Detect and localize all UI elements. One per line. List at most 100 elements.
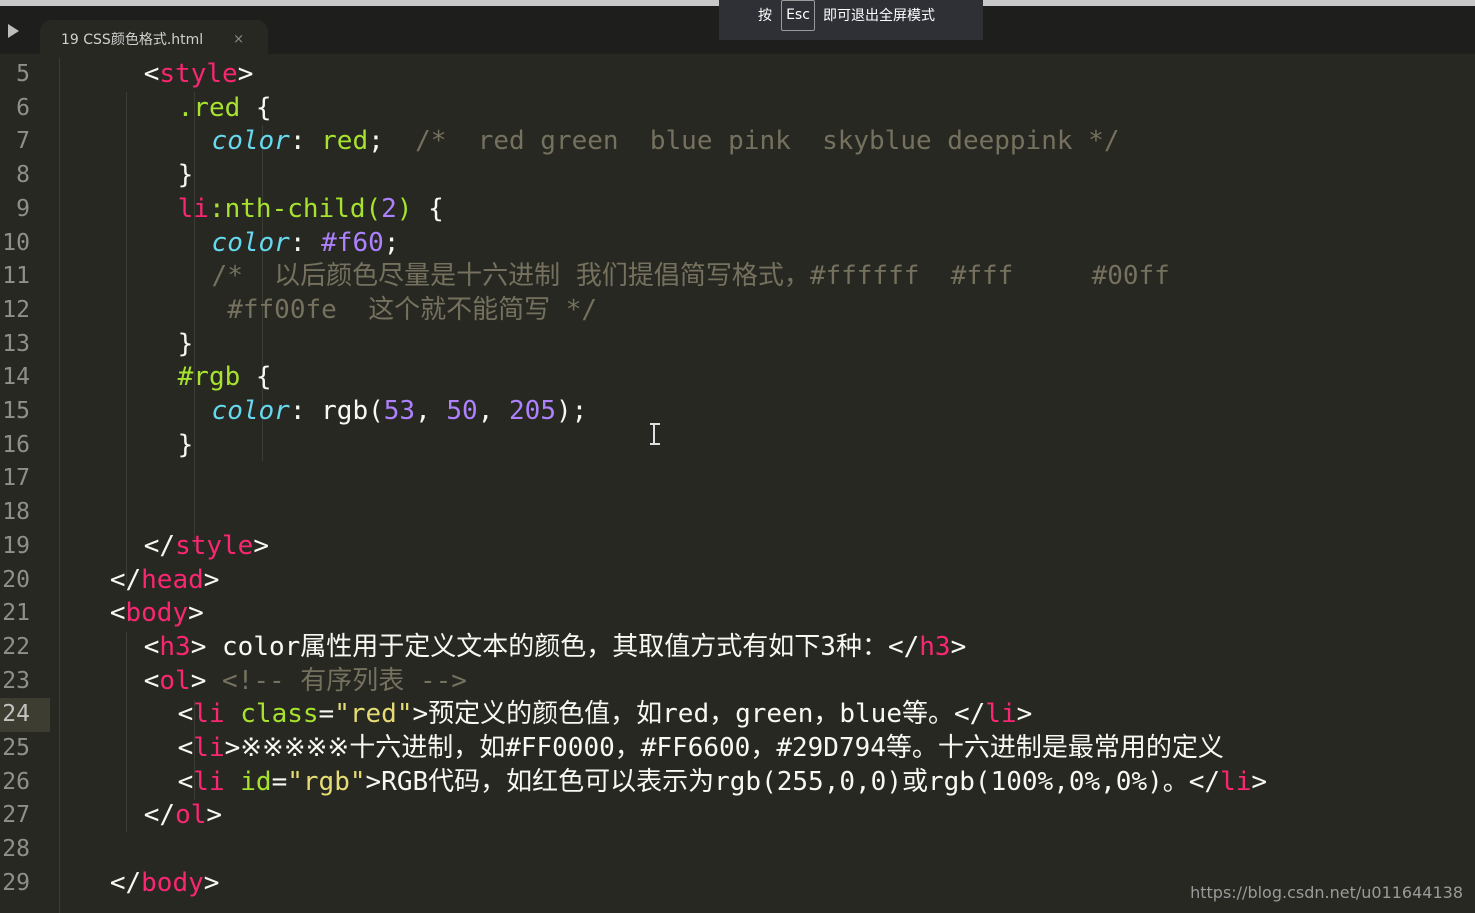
line-number: 23 xyxy=(2,667,30,694)
code-token: color xyxy=(211,126,290,157)
sidebar-toggle-icon[interactable] xyxy=(8,24,19,38)
code-token: : xyxy=(289,227,322,258)
code-token: li xyxy=(1220,766,1252,797)
code-token: /* 以后颜色尽量是十六进制 我们提倡简写格式，#ffffff #fff #00… xyxy=(211,261,1170,292)
code-token: > xyxy=(188,598,204,629)
code-line: #rgb { xyxy=(178,361,272,395)
line-number: 18 xyxy=(2,499,30,526)
code-line: } xyxy=(178,429,194,463)
code-token: </ xyxy=(143,800,176,831)
code-token: h3 xyxy=(159,631,191,662)
code-token: { xyxy=(412,193,444,224)
code-token: color xyxy=(211,396,290,426)
code-token: = xyxy=(318,699,335,730)
code-token: > xyxy=(203,564,220,595)
close-icon[interactable]: × xyxy=(233,20,244,60)
code-token: < xyxy=(177,766,194,797)
code-token: :nth-child( xyxy=(208,193,382,224)
line-number: 10 xyxy=(2,229,30,256)
code-token: > xyxy=(950,631,967,662)
line-number: 9 xyxy=(16,195,30,222)
code-token: li xyxy=(193,766,225,797)
line-number: 20 xyxy=(2,566,30,593)
code-line: <li class="red">预定义的颜色值，如red，green，blue等… xyxy=(178,698,1033,732)
code-token: ol xyxy=(159,665,191,696)
code-token: style xyxy=(159,59,238,89)
indent-guide xyxy=(126,632,127,832)
code-token: head xyxy=(141,564,204,595)
line-number: 6 xyxy=(16,94,30,121)
code-token: color xyxy=(211,227,290,258)
code-line: <body> xyxy=(110,597,204,631)
code-token: > color属性用于定义文本的颜色，其取值方式有如下3种：</ xyxy=(190,631,920,662)
code-token: body xyxy=(125,598,189,629)
code-token: 205 xyxy=(509,396,556,426)
line-number: 13 xyxy=(2,330,30,357)
code-line: </ol> xyxy=(144,799,222,833)
line-number: 24 xyxy=(0,698,50,732)
code-token: 53 xyxy=(383,396,416,426)
tip-message: 即可退出全屏模式 xyxy=(823,8,935,24)
code-editor[interactable]: 19 CSS颜色格式.html × 按 Esc 即可退出全屏模式 5 6 7 8 9 10… xyxy=(0,0,1475,913)
code-token: = xyxy=(271,766,288,797)
code-token: li xyxy=(177,193,209,224)
code-token: </ xyxy=(109,867,142,898)
code-line: /* 以后颜色尽量是十六进制 我们提倡简写格式，#ffffff #fff #00… xyxy=(212,260,1170,294)
line-number: 19 xyxy=(2,532,30,559)
code-token: { xyxy=(240,362,272,393)
line-number: 15 xyxy=(2,398,30,424)
tip-press-label: 按 xyxy=(758,8,772,24)
code-token: >预定义的颜色值，如red，green，blue等。</ xyxy=(412,699,986,730)
code-token: > xyxy=(237,59,254,89)
code-token: #ff00fe 这个就不能简写 */ xyxy=(211,294,598,325)
code-token: ; xyxy=(383,227,400,258)
line-number: 29 xyxy=(2,869,30,896)
code-token: ol xyxy=(175,800,207,831)
line-number: 11 xyxy=(2,263,30,290)
code-token: > xyxy=(203,867,220,898)
code-line: } xyxy=(178,328,194,362)
code-token: < xyxy=(177,699,194,730)
line-number: 17 xyxy=(2,465,30,492)
code-token: </ xyxy=(143,530,176,561)
code-token: , xyxy=(477,396,510,426)
code-token: : xyxy=(289,126,322,157)
tab-active-file[interactable]: 19 CSS颜色格式.html × xyxy=(40,20,268,60)
code-line: <style> xyxy=(144,58,254,92)
code-line: </head> xyxy=(110,564,220,598)
line-number: 22 xyxy=(2,633,30,660)
line-number: 5 xyxy=(16,61,30,87)
code-token: li xyxy=(193,733,225,763)
code-token: "red" xyxy=(334,699,413,730)
code-line: color: rgb(53, 50, 205); xyxy=(212,395,588,429)
line-number: 8 xyxy=(16,162,30,189)
indent-guide xyxy=(126,92,127,582)
code-token: <!-- 有序列表 --> xyxy=(222,665,467,696)
line-number: 25 xyxy=(2,735,30,761)
watermark: https://blog.csdn.net/u011644138 xyxy=(1190,883,1463,902)
code-token: h3 xyxy=(919,631,951,662)
code-token: >RGB代码，如红色可以表示为rgb(255,0,0)或rgb(100%,0%,… xyxy=(365,766,1221,797)
code-token: < xyxy=(143,59,160,89)
code-token: 50 xyxy=(446,396,478,426)
code-line: </body> xyxy=(110,867,220,901)
code-line: #ff00fe 这个就不能简写 */ xyxy=(211,294,598,328)
code-line: <li>※※※※※十六进制，如#FF0000，#FF6600，#29D794等。… xyxy=(178,732,1224,766)
fullscreen-exit-tip: 按 Esc 即可退出全屏模式 xyxy=(719,0,983,40)
code-token: #f60 xyxy=(321,227,384,258)
code-line: li:nth-child(2) { xyxy=(178,193,444,227)
code-token: > xyxy=(1016,699,1033,730)
code-token: li xyxy=(193,699,225,730)
code-token: } xyxy=(177,429,194,460)
line-number: 12 xyxy=(2,296,30,323)
line-number: 16 xyxy=(2,431,30,458)
code-token: red xyxy=(321,126,369,157)
code-token: > xyxy=(1251,766,1268,797)
code-token: > xyxy=(206,800,223,831)
code-token: } xyxy=(177,160,194,191)
code-token: "rgb" xyxy=(287,766,366,797)
code-line: color: red; /* red green blue pink skybl… xyxy=(212,125,1120,159)
code-token: < xyxy=(177,733,194,763)
line-number: 14 xyxy=(2,364,30,391)
